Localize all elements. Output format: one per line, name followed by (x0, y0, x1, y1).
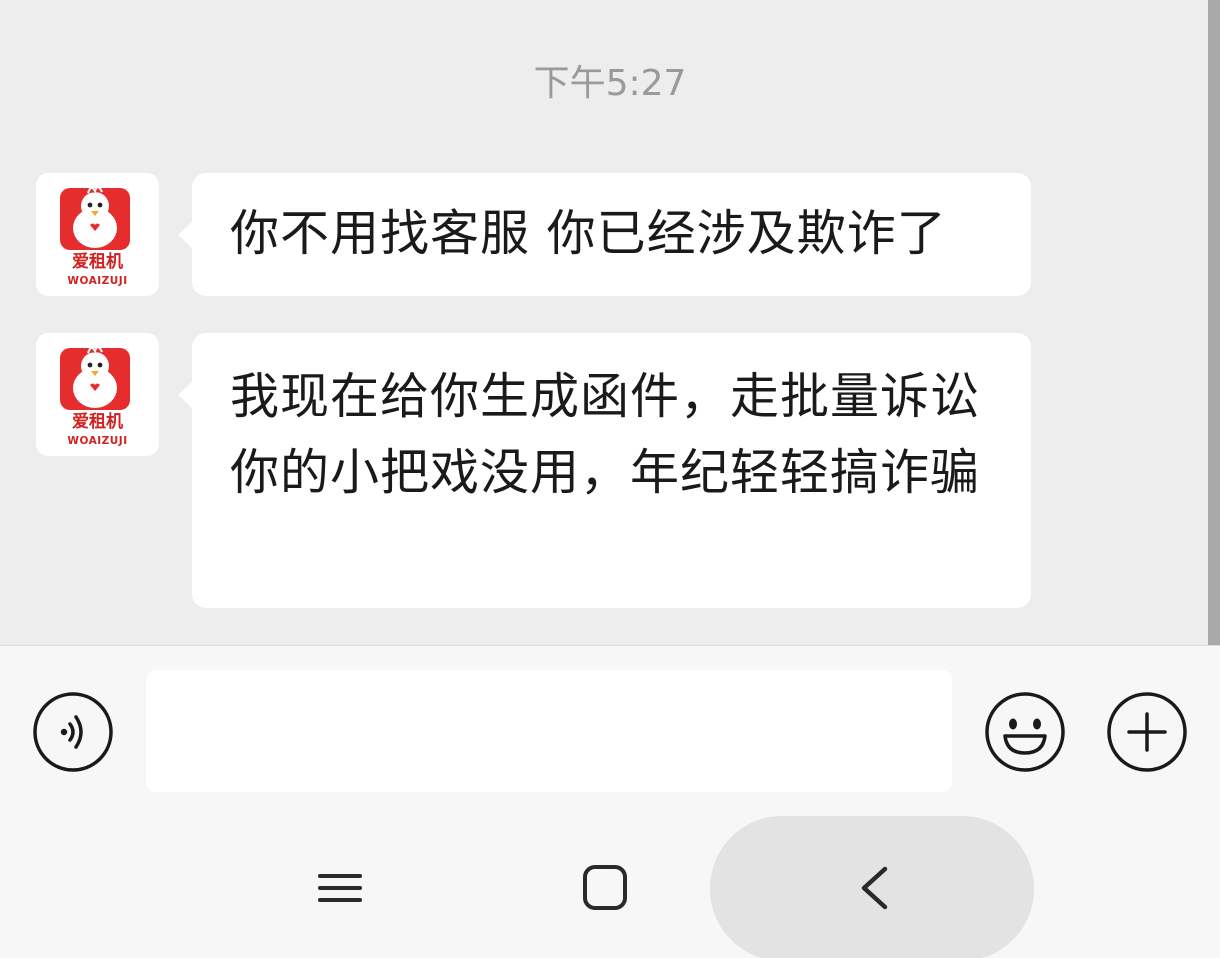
svg-text:爱租机: 爱租机 (72, 251, 123, 272)
svg-text:爱租机: 爱租机 (72, 411, 123, 432)
chat-area[interactable]: 下午5:27 爱租机 WOAIZUJI 你不用找客服 你已经涉及欺诈了 爱租机 … (0, 0, 1220, 645)
back-icon (861, 866, 888, 910)
message-bubble[interactable]: 我现在给你生成函件，走批量诉讼 你的小把戏没用，年纪轻轻搞诈骗 (178, 333, 1031, 608)
message-timestamp: 下午5:27 (533, 63, 687, 104)
avatar[interactable]: 爱租机 WOAIZUJI (36, 173, 159, 296)
woaizuji-logo-icon: 爱租机 WOAIZUJI (60, 346, 130, 447)
svg-text:WOAIZUJI: WOAIZUJI (67, 435, 127, 447)
message-text: 我现在给你生成函件，走批量诉讼 你的小把戏没用，年纪轻轻搞诈骗 (230, 368, 981, 501)
svg-text:WOAIZUJI: WOAIZUJI (67, 275, 127, 287)
back-button[interactable] (850, 858, 900, 918)
scrollbar[interactable] (1208, 0, 1220, 645)
system-nav-bar (0, 813, 1220, 958)
recents-icon (318, 874, 362, 902)
avatar[interactable]: 爱租机 WOAIZUJI (36, 333, 159, 456)
woaizuji-logo-icon: 爱租机 WOAIZUJI (60, 186, 130, 287)
message-input[interactable] (146, 670, 952, 792)
plus-icon (1107, 692, 1187, 772)
voice-icon (33, 692, 113, 772)
emoji-button[interactable] (984, 691, 1066, 773)
recents-button[interactable] (310, 858, 370, 918)
chat-input-bar (0, 645, 1220, 813)
voice-button[interactable] (32, 691, 114, 773)
home-icon (583, 865, 627, 910)
home-button[interactable] (574, 858, 636, 918)
message-text: 你不用找客服 你已经涉及欺诈了 (230, 205, 947, 262)
message-bubble[interactable]: 你不用找客服 你已经涉及欺诈了 (178, 173, 1031, 296)
emoji-icon (985, 692, 1065, 772)
more-options-button[interactable] (1106, 691, 1188, 773)
